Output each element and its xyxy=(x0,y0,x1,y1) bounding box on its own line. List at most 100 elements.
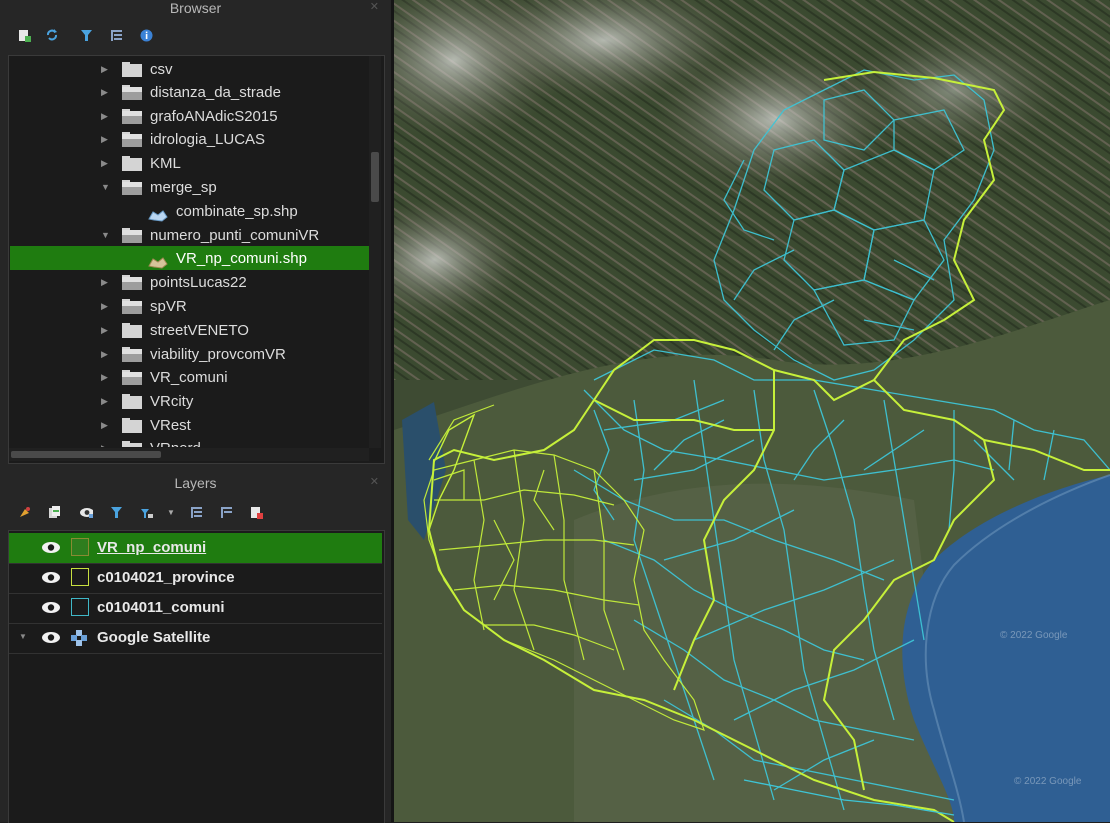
tree-item-combinate-sp[interactable]: combinate_sp.shp xyxy=(0,200,369,223)
folder-icon xyxy=(122,299,142,314)
expand-all-icon[interactable] xyxy=(189,505,203,519)
browser-horizontal-scrollbar[interactable] xyxy=(9,448,369,461)
folder-icon xyxy=(122,275,142,290)
folder-icon xyxy=(122,109,142,124)
visibility-eye-icon[interactable] xyxy=(41,541,61,554)
layers-toolbar: ▼ xyxy=(0,498,391,528)
layer-label: c0104021_province xyxy=(97,569,235,586)
expand-arrow-icon[interactable]: ▶ xyxy=(101,128,108,151)
expand-arrow-icon[interactable]: ▶ xyxy=(101,437,108,447)
folder-icon xyxy=(122,347,142,362)
tree-item-label: VR_comuni xyxy=(150,369,228,386)
tree-item-vrcity[interactable]: ▶ VRcity xyxy=(0,390,369,413)
style-icon[interactable] xyxy=(17,505,31,519)
layers-panel-title: Layers xyxy=(174,475,217,491)
layer-label: c0104011_comuni xyxy=(97,599,225,616)
remove-layer-icon[interactable] xyxy=(249,505,263,519)
tree-item-label: VR_np_comuni.shp xyxy=(176,250,307,267)
folder-icon xyxy=(122,323,142,338)
tree-item-idrologia-lucas[interactable]: ▶ idrologia_LUCAS xyxy=(0,128,369,151)
tree-item-spvr[interactable]: ▶ spVR xyxy=(0,295,369,318)
tree-item-label: distanza_da_strade xyxy=(150,84,281,101)
folder-icon xyxy=(122,156,142,171)
layer-symbol-swatch[interactable] xyxy=(71,538,89,556)
visibility-eye-icon[interactable] xyxy=(41,601,61,614)
tree-item-label: csv xyxy=(150,61,173,78)
tree-item-label: merge_sp xyxy=(150,179,217,196)
folder-open-icon xyxy=(122,228,142,243)
browser-panel-title: Browser xyxy=(169,0,222,16)
browser-vertical-scrollbar[interactable] xyxy=(369,56,381,448)
expand-arrow-icon[interactable]: ▶ xyxy=(101,295,108,318)
info-icon[interactable] xyxy=(139,28,153,42)
add-group-icon[interactable] xyxy=(47,505,61,519)
tree-item-label: VRcity xyxy=(150,393,194,410)
refresh-icon[interactable] xyxy=(45,28,59,42)
layers-close-icon[interactable]: ✕ xyxy=(370,475,379,488)
expand-arrow-icon[interactable]: ▶ xyxy=(101,414,108,437)
folder-icon xyxy=(122,62,142,77)
tree-clip: ▶ VRnord xyxy=(0,437,369,447)
tree-item-label: grafoANAdicS2015 xyxy=(150,108,278,125)
layer-symbol-swatch[interactable] xyxy=(71,598,89,616)
filter-expression-icon[interactable] xyxy=(139,505,153,519)
expand-arrow-icon[interactable]: ▶ xyxy=(101,152,108,175)
layer-row-google-satellite[interactable]: ▼ Google Satellite xyxy=(9,623,382,654)
folder-icon xyxy=(122,418,142,433)
browser-close-icon[interactable]: ✕ xyxy=(370,0,379,13)
collapse-all-icon[interactable] xyxy=(109,28,123,42)
filter-icon[interactable] xyxy=(79,28,93,42)
tree-item-streetveneto[interactable]: ▶ streetVENETO xyxy=(0,319,369,342)
scrollbar-thumb[interactable] xyxy=(11,451,161,458)
tree-item-numero-punti-comunivr[interactable]: ▼ numero_punti_comuniVR xyxy=(0,224,369,247)
tree-item-label: viability_provcomVR xyxy=(150,346,286,363)
expand-arrow-icon[interactable]: ▶ xyxy=(101,366,108,389)
tree-item-vrest[interactable]: ▶ VRest xyxy=(0,414,369,437)
map-watermark: © 2022 Google xyxy=(1000,630,1068,641)
tree-item-label: KML xyxy=(150,155,181,172)
collapse-arrow-icon[interactable]: ▼ xyxy=(19,632,27,641)
tree-item-kml[interactable]: ▶ KML xyxy=(0,152,369,175)
expand-arrow-icon[interactable]: ▶ xyxy=(101,343,108,366)
filter-legend-icon[interactable] xyxy=(109,505,123,519)
folder-icon xyxy=(122,132,142,147)
tree-item-viability-provcomvr[interactable]: ▶ viability_provcomVR xyxy=(0,343,369,366)
tree-item-vr-comuni[interactable]: ▶ VR_comuni xyxy=(0,366,369,389)
layer-row-vr-np-comuni[interactable]: VR_np_comuni xyxy=(9,533,382,564)
tree-item-distanza-da-strade[interactable]: ▶ distanza_da_strade xyxy=(0,81,369,104)
left-dock: Browser ✕ ▶ csv ▶ distanza_da_strade ▶ g… xyxy=(0,0,391,823)
expand-arrow-icon[interactable]: ▶ xyxy=(101,390,108,413)
expand-arrow-icon[interactable]: ▶ xyxy=(101,105,108,128)
layer-row-c0104011-comuni[interactable]: c0104011_comuni xyxy=(9,593,382,624)
tree-item-vr-np-comuni[interactable]: VR_np_comuni.shp xyxy=(0,247,369,270)
layer-symbol-swatch[interactable] xyxy=(71,568,89,586)
map-watermark: © 2022 Google xyxy=(1014,776,1082,787)
collapse-arrow-icon[interactable]: ▼ xyxy=(101,224,110,247)
collapse-arrow-icon[interactable]: ▼ xyxy=(101,176,110,199)
visibility-eye-icon[interactable] xyxy=(41,571,61,584)
visibility-eye-icon[interactable] xyxy=(41,631,61,644)
expand-arrow-icon[interactable]: ▶ xyxy=(101,81,108,104)
polygon-layer-icon xyxy=(148,253,168,269)
tree-item-grafoanadics2015[interactable]: ▶ grafoANAdicS2015 xyxy=(0,105,369,128)
tree-item-label: idrologia_LUCAS xyxy=(150,131,266,148)
tree-item-csv[interactable]: ▶ csv xyxy=(0,58,369,81)
expand-arrow-icon[interactable]: ▶ xyxy=(101,319,108,342)
scrollbar-thumb[interactable] xyxy=(371,152,379,202)
layer-row-c0104021-province[interactable]: c0104021_province xyxy=(9,563,382,594)
tree-item-vrnord[interactable]: ▶ VRnord xyxy=(0,437,369,447)
map-svg xyxy=(394,0,1110,822)
dropdown-icon[interactable]: ▼ xyxy=(164,505,178,519)
expand-arrow-icon[interactable]: ▶ xyxy=(101,271,108,294)
tree-item-label: pointsLucas22 xyxy=(150,274,247,291)
layer-label: Google Satellite xyxy=(97,629,211,646)
tree-item-label: combinate_sp.shp xyxy=(176,203,298,220)
add-layer-icon[interactable] xyxy=(17,28,31,42)
tree-item-merge-sp[interactable]: ▼ merge_sp xyxy=(0,176,369,199)
expand-arrow-icon[interactable]: ▶ xyxy=(101,58,108,81)
polygon-layer-icon xyxy=(148,206,168,222)
map-canvas[interactable]: © 2022 Google © 2022 Google xyxy=(394,0,1110,822)
collapse-all-icon[interactable] xyxy=(219,505,233,519)
tree-item-pointslucas22[interactable]: ▶ pointsLucas22 xyxy=(0,271,369,294)
manage-visibility-icon[interactable] xyxy=(79,505,93,519)
